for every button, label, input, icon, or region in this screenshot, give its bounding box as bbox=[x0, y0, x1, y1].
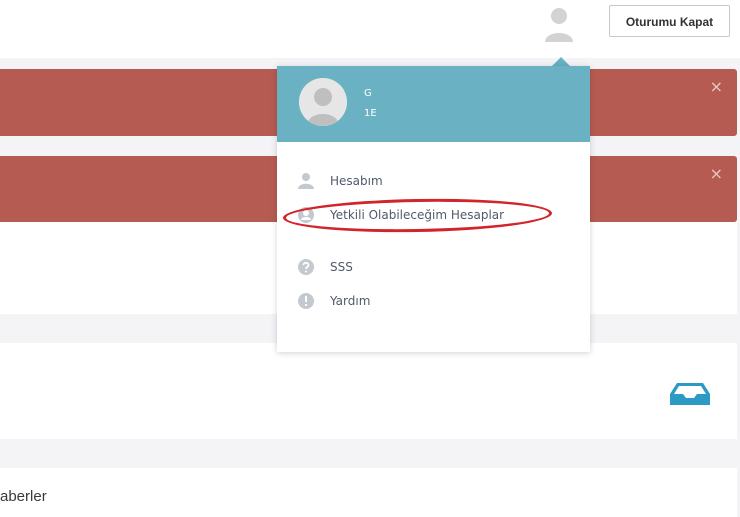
menu-item-help[interactable]: Yardım bbox=[297, 290, 370, 312]
news-section-title: aberler bbox=[0, 488, 47, 505]
user-avatar-icon[interactable] bbox=[541, 4, 577, 44]
close-icon[interactable]: × bbox=[710, 164, 723, 183]
question-circle-icon bbox=[298, 259, 314, 275]
menu-item-account[interactable]: Hesabım bbox=[297, 170, 383, 192]
user-name: G bbox=[364, 88, 372, 99]
user-id: 1E bbox=[364, 108, 377, 119]
exclamation-circle-icon bbox=[298, 293, 314, 309]
menu-item-label: Hesabım bbox=[330, 174, 383, 188]
content-panel bbox=[0, 343, 737, 439]
logout-button[interactable]: Oturumu Kapat bbox=[609, 5, 730, 37]
user-icon bbox=[298, 173, 314, 189]
menu-item-label: SSS bbox=[330, 260, 353, 274]
dropdown-caret bbox=[552, 57, 570, 66]
avatar bbox=[299, 78, 347, 126]
inbox-icon[interactable] bbox=[669, 381, 711, 407]
top-navbar: Oturumu Kapat bbox=[0, 0, 740, 58]
menu-item-faq[interactable]: SSS bbox=[297, 256, 353, 278]
content-panel bbox=[0, 468, 737, 517]
user-menu-header: G 1E bbox=[277, 66, 590, 142]
menu-item-label: Yardım bbox=[330, 294, 371, 308]
close-icon[interactable]: × bbox=[710, 77, 723, 96]
